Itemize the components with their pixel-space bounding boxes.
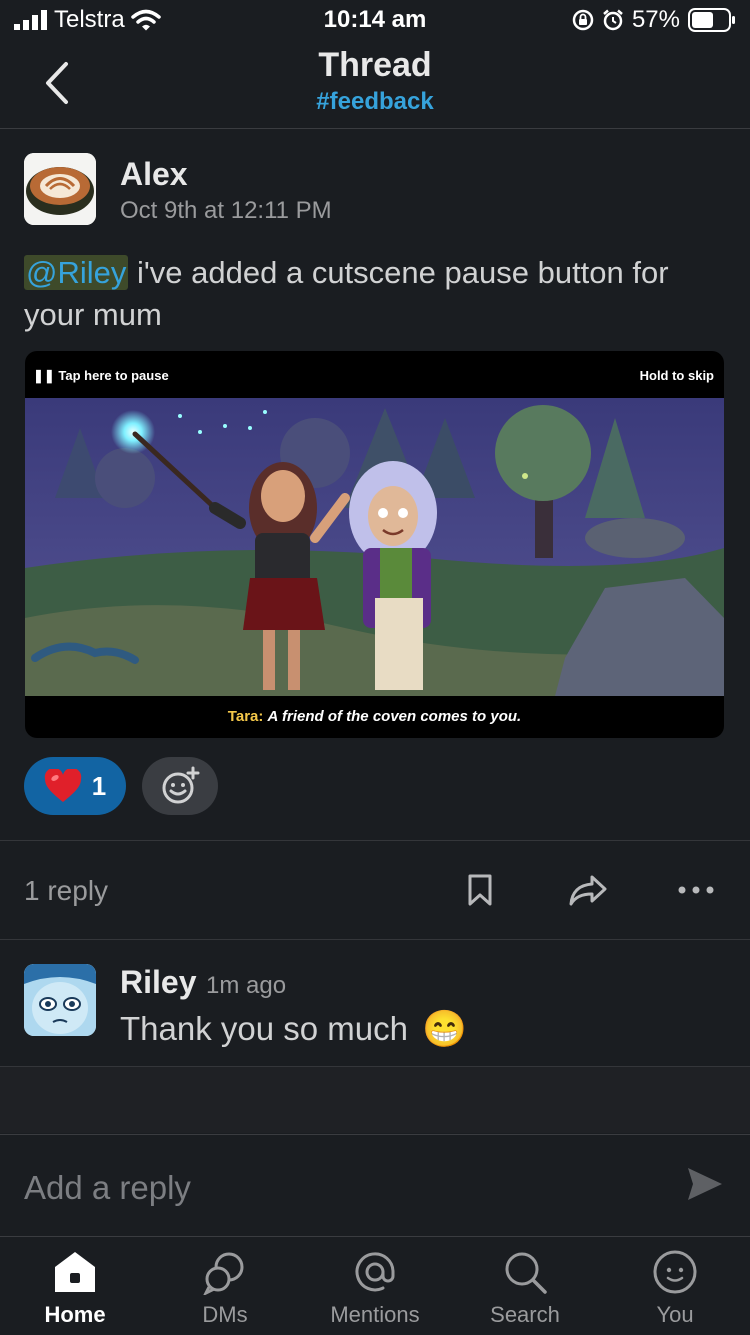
alex-avatar[interactable] — [24, 153, 96, 225]
thread-header: Thread #feedback — [0, 40, 750, 129]
message-body: @Riley i've added a cutscene pause butto… — [24, 252, 724, 336]
skip-hint[interactable]: Hold to skip — [640, 368, 714, 383]
heart-icon — [44, 769, 81, 802]
riley-avatar[interactable] — [24, 964, 96, 1036]
heart-reaction[interactable]: 1 — [24, 757, 126, 815]
message-timestamp: Oct 9th at 12:11 PM — [120, 197, 332, 224]
reaction-count: 1 — [91, 770, 107, 801]
battery-icon — [688, 8, 735, 32]
message-author[interactable]: Alex — [120, 156, 188, 193]
video-attachment[interactable]: ❚❚ Tap here to pause Hold to skip Tara: … — [25, 351, 724, 738]
dms-icon — [202, 1252, 244, 1297]
subtitle-speaker: Tara: — [227, 708, 264, 725]
page-title: Thread — [318, 46, 432, 84]
home-icon — [55, 1252, 95, 1292]
tab-home[interactable]: Home — [0, 1237, 150, 1335]
riley-avatar-image — [24, 964, 96, 1036]
grinning-emoji: 😁 — [421, 1008, 467, 1049]
tab-search[interactable]: Search — [450, 1237, 600, 1335]
reply-text: Thank you so much — [120, 1010, 408, 1047]
pause-icon: ❚❚ — [33, 368, 59, 383]
alarm-icon — [603, 9, 623, 31]
video-subtitle: Tara: A friend of the coven comes to you… — [25, 696, 724, 738]
bookmark-icon[interactable] — [467, 874, 493, 906]
share-icon[interactable] — [568, 874, 608, 906]
reply-author[interactable]: Riley — [120, 964, 196, 1001]
more-options-icon[interactable] — [676, 884, 716, 896]
tab-bar: Home DMs Mentions Search You — [0, 1236, 750, 1335]
user-mention[interactable]: @Riley — [24, 255, 129, 290]
tab-mentions[interactable]: Mentions — [300, 1237, 450, 1335]
rotation-lock-icon — [572, 9, 594, 31]
reply-input[interactable] — [22, 1165, 666, 1211]
tab-you[interactable]: You — [600, 1237, 750, 1335]
divider — [0, 840, 750, 841]
status-right: 57% — [572, 6, 736, 34]
thread-empty-area — [0, 1067, 750, 1133]
pause-hint[interactable]: ❚❚ Tap here to pause — [33, 368, 169, 384]
reply-timestamp: 1m ago — [206, 972, 287, 999]
you-icon — [653, 1250, 697, 1294]
video-controls: ❚❚ Tap here to pause Hold to skip — [25, 351, 724, 398]
mentions-icon — [355, 1252, 395, 1292]
latte-avatar-image — [24, 153, 96, 225]
tab-dms[interactable]: DMs — [150, 1237, 300, 1335]
battery-percent: 57% — [631, 6, 680, 33]
status-bar: Telstra 10:14 am 57% — [0, 0, 750, 40]
subtitle-line: A friend of the coven comes to you. — [267, 708, 522, 725]
channel-link[interactable]: #feedback — [0, 88, 750, 116]
cutscene-frame — [25, 398, 724, 696]
reply-body: Thank you so much 😁 — [120, 1008, 467, 1050]
reply-count[interactable]: 1 reply — [24, 875, 108, 907]
add-reaction-button[interactable] — [142, 757, 218, 815]
divider — [0, 939, 750, 940]
add-emoji-icon — [162, 766, 200, 804]
search-icon — [505, 1252, 547, 1294]
send-icon[interactable] — [684, 1162, 724, 1206]
